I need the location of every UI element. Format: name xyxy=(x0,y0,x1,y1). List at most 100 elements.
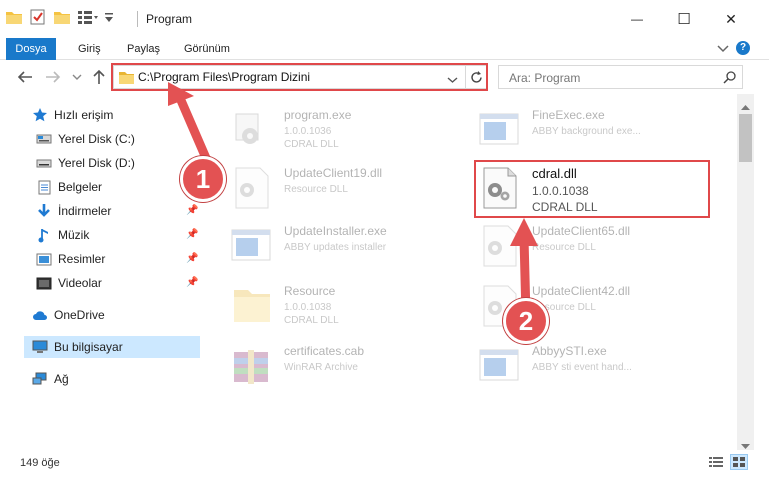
forward-button[interactable] xyxy=(44,68,62,86)
window-icon xyxy=(230,224,274,268)
file-description: WinRAR Archive xyxy=(284,362,358,373)
status-bar: 149 öğe xyxy=(0,450,769,492)
drive-icon xyxy=(36,155,52,171)
file-description: ABBY updates installer xyxy=(284,242,387,253)
file-description: CDRAL DLL xyxy=(284,315,339,326)
large-icons-view-icon[interactable] xyxy=(730,454,748,470)
tab-file[interactable]: Dosya xyxy=(6,38,56,60)
nav-item-label: Yerel Disk (D:) xyxy=(58,156,135,170)
back-button[interactable] xyxy=(16,68,34,86)
forward-arrow-icon xyxy=(46,71,61,83)
title-separator xyxy=(137,11,138,27)
file-name: UpdateClient65.dll xyxy=(532,224,631,238)
file-description: Resource DLL xyxy=(532,242,596,253)
nav-item-label: Resimler xyxy=(58,252,106,266)
view-options-icon[interactable] xyxy=(78,10,98,24)
nav-item-label: OneDrive xyxy=(54,308,105,322)
callout-badge-1: 1 xyxy=(180,156,226,202)
file-item[interactable]: Resource 1.0.0.1038 CDRAL DLL xyxy=(230,282,470,338)
file-name: certificates.cab xyxy=(284,344,365,358)
dll-gear-icon xyxy=(230,166,274,210)
file-item[interactable]: certificates.cab WinRAR Archive xyxy=(230,342,470,398)
nav-item-onedrive[interactable]: OneDrive xyxy=(32,304,232,326)
tab-view[interactable]: Görünüm xyxy=(184,38,230,60)
properties-icon[interactable] xyxy=(30,9,46,25)
expand-ribbon-icon[interactable] xyxy=(716,41,730,55)
file-item[interactable]: UpdateClient65.dll Resource DLL xyxy=(478,222,718,278)
help-icon[interactable]: ? xyxy=(736,41,750,55)
window-title: Program xyxy=(146,12,193,26)
search-input[interactable]: Ara: Program xyxy=(498,65,743,89)
file-version: 1.0.0.1038 xyxy=(284,302,332,313)
tab-share[interactable]: Paylaş xyxy=(127,38,160,60)
file-description: Resource DLL xyxy=(284,184,348,195)
close-icon: ✕ xyxy=(725,10,737,27)
nav-item-network[interactable]: Ağ xyxy=(32,368,232,390)
nav-item-label: Videolar xyxy=(58,276,102,290)
minimize-button[interactable]: — xyxy=(614,0,660,38)
chevron-down-icon xyxy=(72,74,82,80)
minimize-icon: — xyxy=(631,12,643,26)
file-name: FineExec.exe xyxy=(532,108,605,122)
file-item[interactable]: program.exe 1.0.0.1036 CDRAL DLL xyxy=(230,106,470,162)
up-button[interactable] xyxy=(90,68,108,86)
back-arrow-icon xyxy=(17,71,32,83)
scroll-up-icon[interactable] xyxy=(741,99,750,113)
network-icon xyxy=(32,371,48,387)
nav-item-label: Müzik xyxy=(58,228,90,242)
tab-home[interactable]: Giriş xyxy=(78,38,101,60)
file-description: CDRAL DLL xyxy=(284,139,339,150)
pin-icon[interactable]: 📌 xyxy=(186,253,198,264)
file-item[interactable]: AbbyySTI.exe ABBY sti event hand... xyxy=(478,342,718,398)
maximize-button[interactable]: ☐ xyxy=(661,0,707,38)
file-item[interactable]: UpdateInstaller.exe ABBY updates install… xyxy=(230,222,470,278)
quick-access-toolbar xyxy=(6,9,114,25)
file-item[interactable]: FineExec.exe ABBY background exe... xyxy=(478,106,718,162)
item-count: 149 öğe xyxy=(20,457,60,469)
file-list: program.exe 1.0.0.1036 CDRAL DLL FineExe… xyxy=(204,94,737,450)
dll-gear-icon xyxy=(478,224,522,268)
file-name: AbbyySTI.exe xyxy=(532,344,607,358)
nav-item-label: Hızlı erişim xyxy=(54,108,114,122)
ribbon-tabs: Dosya Giriş Paylaş Görünüm ? xyxy=(0,38,769,60)
nav-item-this-pc[interactable]: Bu bilgisayar xyxy=(24,336,200,358)
customize-toolbar-icon[interactable] xyxy=(104,10,114,24)
computer-icon xyxy=(32,339,48,355)
folder-icon xyxy=(230,284,274,328)
close-button[interactable]: ✕ xyxy=(708,0,754,38)
nav-item-label: Ağ xyxy=(54,372,69,386)
window-icon xyxy=(478,108,522,152)
file-description: ABBY sti event hand... xyxy=(532,362,632,373)
nav-item-quick-access[interactable]: Hızlı erişim xyxy=(32,104,232,126)
nav-item-label: İndirmeler xyxy=(58,204,112,218)
file-name: UpdateClient42.dll xyxy=(532,284,631,298)
scrollbar-thumb[interactable] xyxy=(739,114,752,162)
vertical-scrollbar[interactable] xyxy=(737,94,754,450)
music-icon xyxy=(36,227,52,243)
file-version: 1.0.0.1036 xyxy=(284,126,332,137)
exe-icon xyxy=(230,108,274,152)
nav-item-label: Yerel Disk (C:) xyxy=(58,132,135,146)
star-icon xyxy=(32,107,48,123)
archive-icon xyxy=(230,344,274,388)
file-highlight-box xyxy=(474,160,710,218)
pin-icon[interactable]: 📌 xyxy=(186,277,198,288)
nav-item-label: Belgeler xyxy=(58,180,103,194)
pin-icon[interactable]: 📌 xyxy=(186,205,198,216)
file-name: UpdateClient19.dll xyxy=(284,166,383,180)
file-name: UpdateInstaller.exe xyxy=(284,224,387,238)
pictures-icon xyxy=(36,251,52,267)
videos-icon xyxy=(36,275,52,291)
pin-icon[interactable]: 📌 xyxy=(186,229,198,240)
title-bar: Program — ☐ ✕ xyxy=(0,0,769,38)
new-folder-icon[interactable] xyxy=(54,10,70,24)
search-placeholder: Ara: Program xyxy=(509,71,581,85)
documents-icon xyxy=(36,179,52,195)
folder-icon[interactable] xyxy=(6,10,22,24)
file-item[interactable]: UpdateClient19.dll Resource DLL xyxy=(230,164,470,220)
search-icon[interactable] xyxy=(723,71,736,87)
details-view-icon[interactable] xyxy=(709,456,723,471)
recent-locations-button[interactable] xyxy=(68,68,86,86)
drive-icon xyxy=(36,131,52,147)
maximize-icon: ☐ xyxy=(677,11,691,28)
